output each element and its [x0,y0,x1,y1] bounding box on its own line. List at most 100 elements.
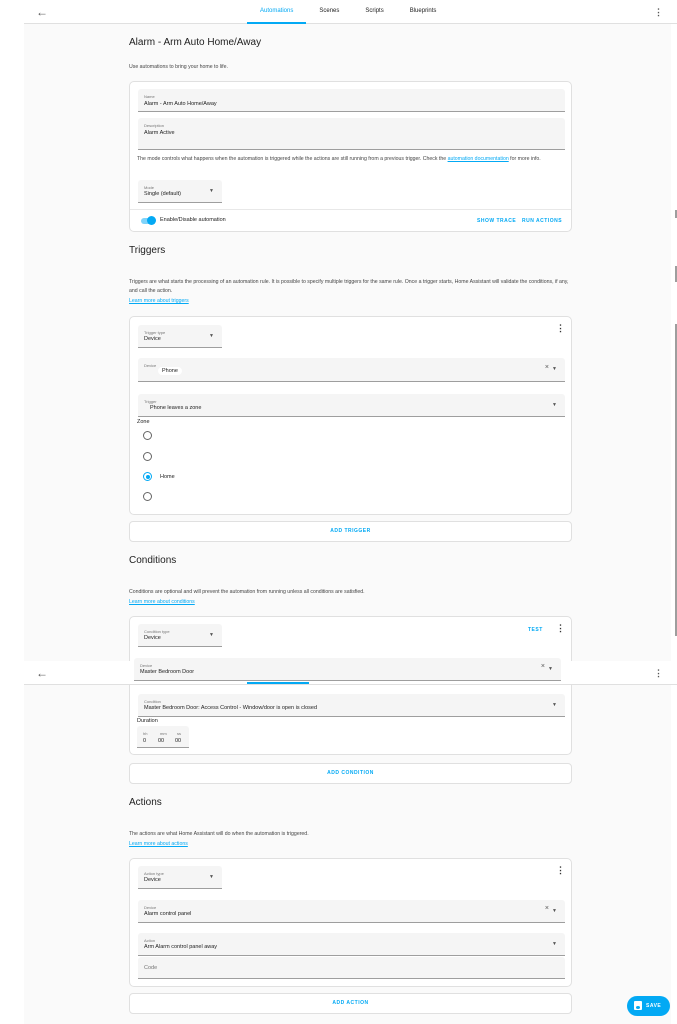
test-condition-button[interactable]: TEST [528,627,543,633]
condition-type-label: Condition type [144,629,170,634]
description-field-value: Alarm Active [144,130,175,136]
back-arrow-icon[interactable]: ← [36,665,48,681]
condition-select-label: Condition [144,699,161,704]
menu-down-icon: ▼ [209,874,214,880]
name-field[interactable]: Name Alarm - Arm Auto Home/Away [138,89,565,112]
conditions-description: Conditions are optional and will prevent… [129,589,365,595]
action-select-label: Action [144,938,156,943]
action-type-value: Device [144,877,161,883]
zone-radio-home[interactable] [143,472,152,481]
duration-label: Duration [137,718,158,724]
app: ← Automations Scenes Scripts Blueprints … [0,0,677,1024]
actions-heading: Actions [129,797,162,808]
add-action-button[interactable]: ADD ACTION [129,993,572,1014]
zone-radio[interactable] [143,492,152,501]
page-intro: Use automations to bring your home to li… [129,64,228,70]
duration-minutes[interactable]: 00 [158,738,164,744]
menu-down-icon: ▼ [209,188,214,194]
zone-radio[interactable] [143,431,152,440]
trigger-card: ⋮ Trigger type Device ▼ Device Phone × ▼… [129,316,572,515]
trigger-device-value: Phone [158,367,182,375]
duration-seconds[interactable]: 00 [175,738,181,744]
actions-learn-more-link[interactable]: Learn more about actions [129,840,569,849]
close-icon[interactable]: × [541,663,545,670]
menu-down-icon: ▼ [552,366,557,372]
close-icon[interactable]: × [545,905,549,912]
action-type-label: Action type [144,871,164,876]
trigger-select[interactable]: Trigger Phone leaves a zone ▼ [138,394,565,417]
menu-down-icon: ▼ [552,941,557,947]
save-button-label: SAVE [646,1003,662,1009]
condition-menu-icon[interactable]: ⋮ [556,624,565,633]
menu-down-icon: ▼ [209,632,214,638]
mode-help-end: for more info. [510,156,541,162]
save-button[interactable]: SAVE [627,996,670,1016]
action-card: ⋮ Action type Device ▼ Device Alarm cont… [129,858,572,987]
description-field-label: Description [144,123,165,128]
add-trigger-button[interactable]: ADD TRIGGER [129,521,572,542]
trigger-select-value: Phone leaves a zone [150,405,202,411]
mode-help-text: The mode controls what happens when the … [137,155,567,164]
tab-blueprints[interactable]: Blueprints [397,0,450,24]
action-select[interactable]: Action Arm Alarm control panel away ▼ [138,933,565,956]
enable-toggle-knob[interactable] [147,216,156,225]
triggers-description: Triggers are what starts the processing … [129,279,569,294]
menu-down-icon: ▼ [552,908,557,914]
tab-automations[interactable]: Automations [247,0,307,24]
actions-description: The actions are what Home Assistant will… [129,831,309,837]
trigger-select-label: Trigger [144,399,157,404]
action-device-label: Device [144,905,157,910]
dots-vertical-icon[interactable]: ⋮ [654,5,663,19]
mode-select-value: Single (default) [144,191,181,197]
trigger-device-select[interactable]: Device Phone × ▼ [138,358,565,382]
code-input[interactable]: Code [138,957,565,979]
menu-down-icon: ▼ [552,702,557,708]
zone-radio[interactable] [143,452,152,461]
action-device-value: Alarm control panel [144,911,192,917]
trigger-menu-icon[interactable]: ⋮ [556,324,565,333]
duration-unit-hh: hh [143,731,148,736]
menu-down-icon: ▼ [548,666,553,672]
dots-vertical-icon[interactable]: ⋮ [654,666,663,680]
description-field[interactable]: Description Alarm Active [138,118,565,150]
left-margin [0,0,24,1024]
back-arrow-icon[interactable]: ← [36,4,48,20]
condition-select-value: Master Bedroom Door: Access Control - Wi… [144,705,318,711]
condition-device-select[interactable]: Device Master Bedroom Door × ▼ [134,658,561,681]
action-type-select[interactable]: Action type Device ▼ [138,866,222,889]
condition-card: TEST ⋮ Condition type Device ▼ Condition… [129,616,572,755]
run-actions-button[interactable]: RUN ACTIONS [522,218,562,224]
content-save-icon [634,1001,642,1010]
close-icon[interactable]: × [545,364,549,371]
duration-input[interactable]: hh mm ss 0 00 00 [137,726,189,748]
zone-option-label: Home [160,474,175,480]
condition-select[interactable]: Condition Master Bedroom Door: Access Co… [138,694,565,717]
mode-select[interactable]: Mode Single (default) ▼ [138,180,222,203]
code-input-placeholder: Code [144,965,158,971]
tab-scenes[interactable]: Scenes [306,0,352,24]
trigger-device-label: Device [144,363,157,368]
zone-label: Zone [137,419,150,425]
condition-type-select[interactable]: Condition type Device ▼ [138,624,222,647]
top-app-bar: ← Automations Scenes Scripts Blueprints … [24,0,677,24]
duration-hours[interactable]: 0 [143,738,146,744]
add-condition-button[interactable]: ADD CONDITION [129,763,572,784]
page-title: Alarm - Arm Auto Home/Away [129,37,262,48]
name-field-label: Name [144,94,155,99]
menu-down-icon: ▼ [209,333,214,339]
action-menu-icon[interactable]: ⋮ [556,866,565,875]
triggers-learn-more-link[interactable]: Learn more about triggers [129,297,569,306]
tab-scripts[interactable]: Scripts [352,0,396,24]
menu-down-icon: ▼ [552,402,557,408]
enable-toggle-label: Enable/Disable automation [160,217,226,223]
automation-docs-link[interactable]: automation documentation [448,156,509,162]
trigger-type-select[interactable]: Trigger type Device ▼ [138,325,222,348]
show-trace-button[interactable]: SHOW TRACE [477,218,516,224]
tab-bar: Automations Scenes Scripts Blueprints [247,0,449,24]
conditions-learn-more-link[interactable]: Learn more about conditions [129,598,569,607]
trigger-type-value: Device [144,336,161,342]
triggers-heading: Triggers [129,245,166,256]
action-device-select[interactable]: Device Alarm control panel × ▼ [138,900,565,923]
duration-unit-mm: mm [160,731,167,736]
active-tab-indicator [247,682,309,684]
